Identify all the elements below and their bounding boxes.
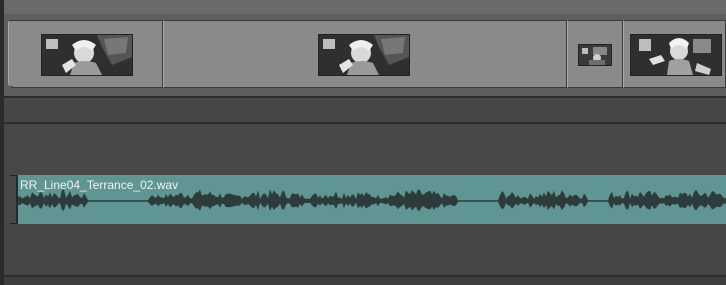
- video-clip[interactable]: [623, 20, 726, 88]
- video-clip[interactable]: [567, 20, 623, 88]
- video-track: [4, 14, 726, 96]
- audio-track: RR_Line04_Terrance_02.wav: [4, 172, 726, 227]
- empty-track: [4, 227, 726, 275]
- clip-thumbnail: [318, 34, 410, 76]
- clip-thumbnail: [41, 34, 133, 76]
- clip-thumbnail: [630, 34, 722, 76]
- video-clip[interactable]: [163, 20, 567, 88]
- timeline-footer: [4, 277, 726, 285]
- timeline-ruler[interactable]: [4, 0, 726, 15]
- track-divider: [4, 96, 726, 98]
- clip-thumbnail: [578, 44, 612, 66]
- clip-trim-handle[interactable]: [10, 175, 16, 224]
- audio-clip[interactable]: RR_Line04_Terrance_02.wav: [10, 175, 726, 224]
- video-clip[interactable]: [8, 20, 163, 88]
- empty-track: [4, 124, 726, 172]
- timeline-panel: RR_Line04_Terrance_02.wav: [0, 0, 726, 285]
- audio-clip-label: RR_Line04_Terrance_02.wav: [20, 178, 179, 192]
